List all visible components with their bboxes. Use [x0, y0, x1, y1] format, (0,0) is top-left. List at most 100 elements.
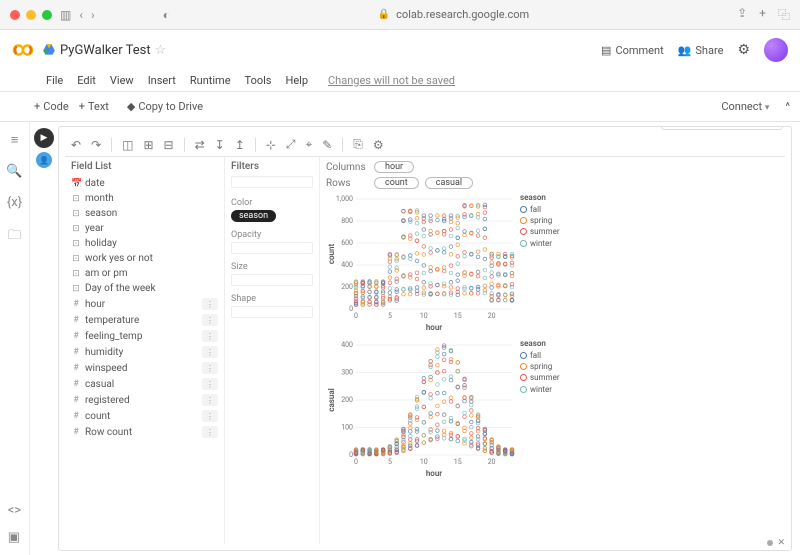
field-humidity[interactable]: #humidity⋮ — [71, 344, 218, 360]
menu-edit[interactable]: Edit — [77, 74, 96, 87]
cell-settings-icon[interactable]: ⚙ — [718, 126, 727, 127]
share-icon[interactable]: ⇪ — [737, 6, 747, 23]
search-icon[interactable]: 🔍 — [6, 164, 22, 179]
drag-handle-icon[interactable]: ⋮ — [202, 394, 218, 406]
link-icon[interactable]: ⊘ — [688, 126, 696, 127]
size-shelf[interactable]: Size — [231, 262, 313, 286]
connect-button[interactable]: Connect ▾ — [713, 98, 777, 115]
close-window-icon[interactable] — [10, 10, 20, 20]
document-title[interactable]: PyGWalker Test ☆ — [42, 43, 166, 58]
resize-icon[interactable]: ⤢ — [286, 137, 296, 152]
field-winspeed[interactable]: #winspeed⋮ — [71, 360, 218, 376]
toc-icon[interactable]: ≡ — [11, 132, 19, 148]
legend-item-summer[interactable]: summer — [520, 372, 560, 383]
redo-icon[interactable]: ↷ — [91, 138, 101, 152]
move-up-icon[interactable]: ↑ — [666, 126, 671, 127]
run-cell-button[interactable]: ▶ — [34, 128, 54, 148]
undo-icon[interactable]: ↶ — [71, 138, 81, 152]
legend-item-fall[interactable]: fall — [520, 204, 560, 215]
maximize-window-icon[interactable] — [42, 10, 52, 20]
back-icon[interactable]: ‹ — [79, 8, 83, 22]
field-hour[interactable]: #hour⋮ — [71, 296, 218, 312]
legend-item-winter[interactable]: winter — [520, 384, 560, 395]
geo-icon[interactable]: ⌖ — [305, 137, 312, 152]
drag-handle-icon[interactable]: ⋮ — [202, 314, 218, 326]
mark-icon[interactable]: ⊞ — [143, 138, 153, 152]
variables-icon[interactable]: {x} — [7, 195, 22, 210]
gear-icon[interactable]: ⚙ — [737, 42, 750, 58]
save-hint[interactable]: Changes will not be saved — [328, 74, 455, 87]
field-month[interactable]: ⊡month — [71, 191, 218, 206]
files-icon[interactable]: 🗀 — [8, 226, 21, 248]
opacity-shelf[interactable]: Opacity — [231, 230, 313, 254]
field-season[interactable]: ⊡season — [71, 206, 218, 221]
menu-runtime[interactable]: Runtime — [190, 74, 231, 87]
menu-help[interactable]: Help — [285, 74, 308, 87]
menu-file[interactable]: File — [46, 74, 63, 87]
copy-to-drive-button[interactable]: ◆ Copy to Drive — [127, 100, 203, 113]
menu-tools[interactable]: Tools — [245, 74, 272, 87]
legend-item-spring[interactable]: spring — [520, 361, 560, 372]
sort-asc-icon[interactable]: ↧ — [215, 138, 225, 152]
colab-logo-icon[interactable] — [12, 39, 34, 61]
field-temperature[interactable]: #temperature⋮ — [71, 312, 218, 328]
delete-icon[interactable]: 🗑 — [749, 126, 762, 127]
field-casual[interactable]: #casual⋮ — [71, 376, 218, 392]
add-code-button[interactable]: + Code — [34, 100, 69, 113]
legend-item-fall[interactable]: fall — [520, 350, 560, 361]
rows-row[interactable]: Rows count casual — [326, 177, 779, 189]
filters-drop[interactable] — [231, 176, 313, 188]
color-shelf[interactable]: Color season — [231, 198, 313, 222]
drag-handle-icon[interactable]: ⋮ — [202, 298, 218, 310]
field-Day-of-the-week[interactable]: ⊡Day of the week — [71, 281, 218, 296]
tabs-icon[interactable]: ⿻ — [778, 6, 790, 23]
forward-icon[interactable]: › — [91, 8, 95, 22]
field-year[interactable]: ⊡year — [71, 221, 218, 236]
drag-handle-icon[interactable]: ⋮ — [202, 378, 218, 390]
collapse-icon[interactable]: ^ — [785, 100, 790, 113]
address-bar[interactable]: 🔒 colab.research.google.com — [178, 8, 729, 21]
new-tab-icon[interactable]: + — [759, 6, 766, 23]
cell-comment-icon[interactable]: ▤ — [703, 126, 712, 127]
shield-icon[interactable]: ◐ — [163, 8, 170, 22]
field-feeling_temp[interactable]: #feeling_temp⋮ — [71, 328, 218, 344]
drag-handle-icon[interactable]: ⋮ — [202, 362, 218, 374]
stack-icon[interactable]: ⊟ — [164, 138, 174, 152]
columns-row[interactable]: Columns hour — [326, 161, 779, 173]
move-down-icon[interactable]: ↓ — [677, 126, 682, 127]
axes-icon[interactable]: ⊹ — [266, 138, 276, 152]
rows-chip-casual[interactable]: casual — [425, 177, 473, 189]
drag-handle-icon[interactable]: ⋮ — [202, 410, 218, 422]
field-am-or-pm[interactable]: ⊡am or pm — [71, 266, 218, 281]
comment-button[interactable]: ▤ Comment — [601, 44, 664, 57]
field-date[interactable]: 📅date — [71, 176, 218, 191]
transpose-icon[interactable]: ⇄ — [195, 138, 205, 152]
menu-insert[interactable]: Insert — [148, 74, 176, 87]
config-icon[interactable]: ⚙ — [373, 138, 384, 152]
legend-item-spring[interactable]: spring — [520, 215, 560, 226]
star-icon[interactable]: ☆ — [155, 43, 167, 58]
field-work-yes-or-not[interactable]: ⊡work yes or not — [71, 251, 218, 266]
color-pill[interactable]: season — [231, 210, 276, 222]
legend-item-summer[interactable]: summer — [520, 226, 560, 237]
aggregate-icon[interactable]: ◫ — [122, 138, 133, 152]
avatar[interactable] — [764, 38, 788, 62]
field-Row-count[interactable]: #Row count⋮ — [71, 424, 218, 440]
close-output-icon[interactable]: ✕ — [777, 538, 785, 548]
drag-handle-icon[interactable]: ⋮ — [202, 426, 218, 438]
share-button[interactable]: 👥 Share — [678, 44, 724, 57]
terminal-icon[interactable]: ▣ — [8, 530, 21, 545]
field-count[interactable]: #count⋮ — [71, 408, 218, 424]
mirror-icon[interactable]: ⿻ — [733, 126, 743, 127]
add-text-button[interactable]: + Text — [79, 100, 109, 113]
legend-item-winter[interactable]: winter — [520, 238, 560, 249]
sort-desc-icon[interactable]: ↥ — [235, 138, 245, 152]
more-icon[interactable]: ⋮ — [768, 126, 778, 127]
rows-chip-count[interactable]: count — [374, 177, 419, 189]
field-holiday[interactable]: ⊡holiday — [71, 236, 218, 251]
sidebar-toggle-icon[interactable]: ▥ — [60, 8, 71, 22]
drag-handle-icon[interactable]: ⋮ — [202, 346, 218, 358]
minimize-window-icon[interactable] — [26, 10, 36, 20]
field-registered[interactable]: #registered⋮ — [71, 392, 218, 408]
columns-chip-hour[interactable]: hour — [374, 161, 414, 173]
